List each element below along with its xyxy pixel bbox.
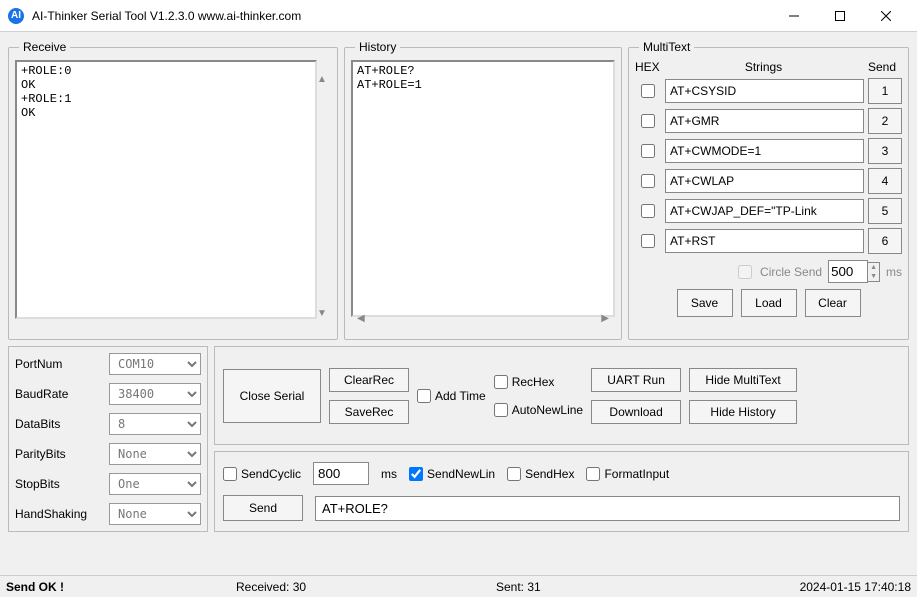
rec-hex-checkbox[interactable] [494,375,508,389]
multitext-hex-checkbox[interactable] [641,234,655,248]
format-input-checkbox[interactable] [586,467,600,481]
rec-hex-label: RecHex [512,375,555,389]
send-newline-checkbox[interactable] [409,467,423,481]
multitext-load-button[interactable]: Load [741,289,797,317]
send-newline-label: SendNewLin [427,467,495,481]
window-title: AI-Thinker Serial Tool V1.2.3.0 www.ai-t… [32,9,301,23]
multitext-string-input[interactable] [665,229,864,253]
status-sent: Sent: 31 [496,580,800,594]
receive-pane: Receive +ROLE:0 OK +ROLE:1 OK ▲▼ [8,40,338,340]
hide-history-button[interactable]: Hide History [689,400,797,424]
multitext-header-hex: HEX [635,60,665,74]
portnum-label: PortNum [15,357,105,371]
multitext-send-button[interactable]: 2 [868,108,902,134]
multitext-send-button[interactable]: 5 [868,198,902,224]
multitext-legend: MultiText [639,40,694,54]
status-bar: Send OK ! Received: 30 Sent: 31 2024-01-… [0,575,917,597]
multitext-header-strings: Strings [665,60,862,74]
send-cyclic-checkbox[interactable] [223,467,237,481]
download-button[interactable]: Download [591,400,681,424]
add-time-label: Add Time [435,389,486,403]
send-button[interactable]: Send [223,495,303,521]
send-panel: SendCyclic ms SendNewLin SendHex FormatI… [214,451,909,532]
maximize-button[interactable] [817,0,863,32]
circle-send-value[interactable] [828,260,868,283]
close-serial-button[interactable]: Close Serial [223,369,321,423]
add-time-checkbox[interactable] [417,389,431,403]
auto-newline-label: AutoNewLine [512,403,583,417]
cycle-ms-input[interactable] [313,462,369,485]
send-hex-label: SendHex [525,467,574,481]
multitext-send-button[interactable]: 4 [868,168,902,194]
multitext-string-input[interactable] [665,79,864,103]
clear-rec-button[interactable]: ClearRec [329,368,409,392]
databits-label: DataBits [15,417,105,431]
receive-textarea[interactable]: +ROLE:0 OK +ROLE:1 OK [15,60,317,319]
multitext-save-button[interactable]: Save [677,289,733,317]
close-button[interactable] [863,0,909,32]
multitext-send-button[interactable]: 6 [868,228,902,254]
paritybits-label: ParityBits [15,447,105,461]
baudrate-select[interactable]: 38400 [109,383,201,405]
multitext-hex-checkbox[interactable] [641,174,655,188]
send-cyclic-label: SendCyclic [241,467,301,481]
handshaking-label: HandShaking [15,507,105,521]
multitext-row: 2 [635,108,902,134]
ms-label: ms [381,467,397,481]
multitext-row: 4 [635,168,902,194]
multitext-string-input[interactable] [665,169,864,193]
multitext-send-button[interactable]: 1 [868,78,902,104]
multitext-hex-checkbox[interactable] [641,144,655,158]
multitext-hex-checkbox[interactable] [641,204,655,218]
multitext-row: 3 [635,138,902,164]
multitext-row: 5 [635,198,902,224]
save-rec-button[interactable]: SaveRec [329,400,409,424]
baudrate-label: BaudRate [15,387,105,401]
command-input[interactable] [315,496,900,521]
multitext-string-input[interactable] [665,109,864,133]
multitext-string-input[interactable] [665,199,864,223]
stopbits-select[interactable]: One [109,473,201,495]
status-received: Received: 30 [236,580,496,594]
multitext-row: 6 [635,228,902,254]
circle-send-checkbox[interactable] [738,265,752,279]
send-hex-checkbox[interactable] [507,467,521,481]
circle-send-spinner[interactable]: ▲▼ [868,262,880,282]
multitext-string-input[interactable] [665,139,864,163]
titlebar: AI AI-Thinker Serial Tool V1.2.3.0 www.a… [0,0,917,32]
history-legend: History [355,40,400,54]
history-textarea[interactable]: AT+ROLE? AT+ROLE=1 [351,60,615,317]
multitext-pane: MultiText HEX Strings Send 1 2 3 4 5 6 Circle… [628,40,909,340]
control-panel: Close Serial ClearRec SaveRec Add Time R… [214,346,909,445]
databits-select[interactable]: 8 [109,413,201,435]
uart-run-button[interactable]: UART Run [591,368,681,392]
status-timestamp: 2024-01-15 17:40:18 [800,580,911,594]
multitext-header-send: Send [862,60,902,74]
multitext-hex-checkbox[interactable] [641,84,655,98]
circle-send-unit: ms [886,265,902,279]
history-h-scrollbar[interactable]: ◀▶ [357,313,609,327]
history-pane: History AT+ROLE? AT+ROLE=1 ◀▶ [344,40,622,340]
multitext-hex-checkbox[interactable] [641,114,655,128]
status-message: Send OK ! [6,580,236,594]
handshaking-select[interactable]: None [109,503,201,525]
app-logo: AI [8,8,24,24]
receive-legend: Receive [19,40,70,54]
portnum-select[interactable]: COM10 [109,353,201,375]
multitext-send-button[interactable]: 3 [868,138,902,164]
format-input-label: FormatInput [604,467,669,481]
minimize-button[interactable] [771,0,817,32]
receive-scrollbar[interactable]: ▲▼ [317,74,331,319]
port-settings: PortNum COM10 BaudRate 38400 DataBits 8 … [8,346,208,532]
stopbits-label: StopBits [15,477,105,491]
paritybits-select[interactable]: None [109,443,201,465]
multitext-row: 1 [635,78,902,104]
auto-newline-checkbox[interactable] [494,403,508,417]
multitext-clear-button[interactable]: Clear [805,289,861,317]
circle-send-label: Circle Send [760,265,822,279]
hide-multitext-button[interactable]: Hide MultiText [689,368,797,392]
